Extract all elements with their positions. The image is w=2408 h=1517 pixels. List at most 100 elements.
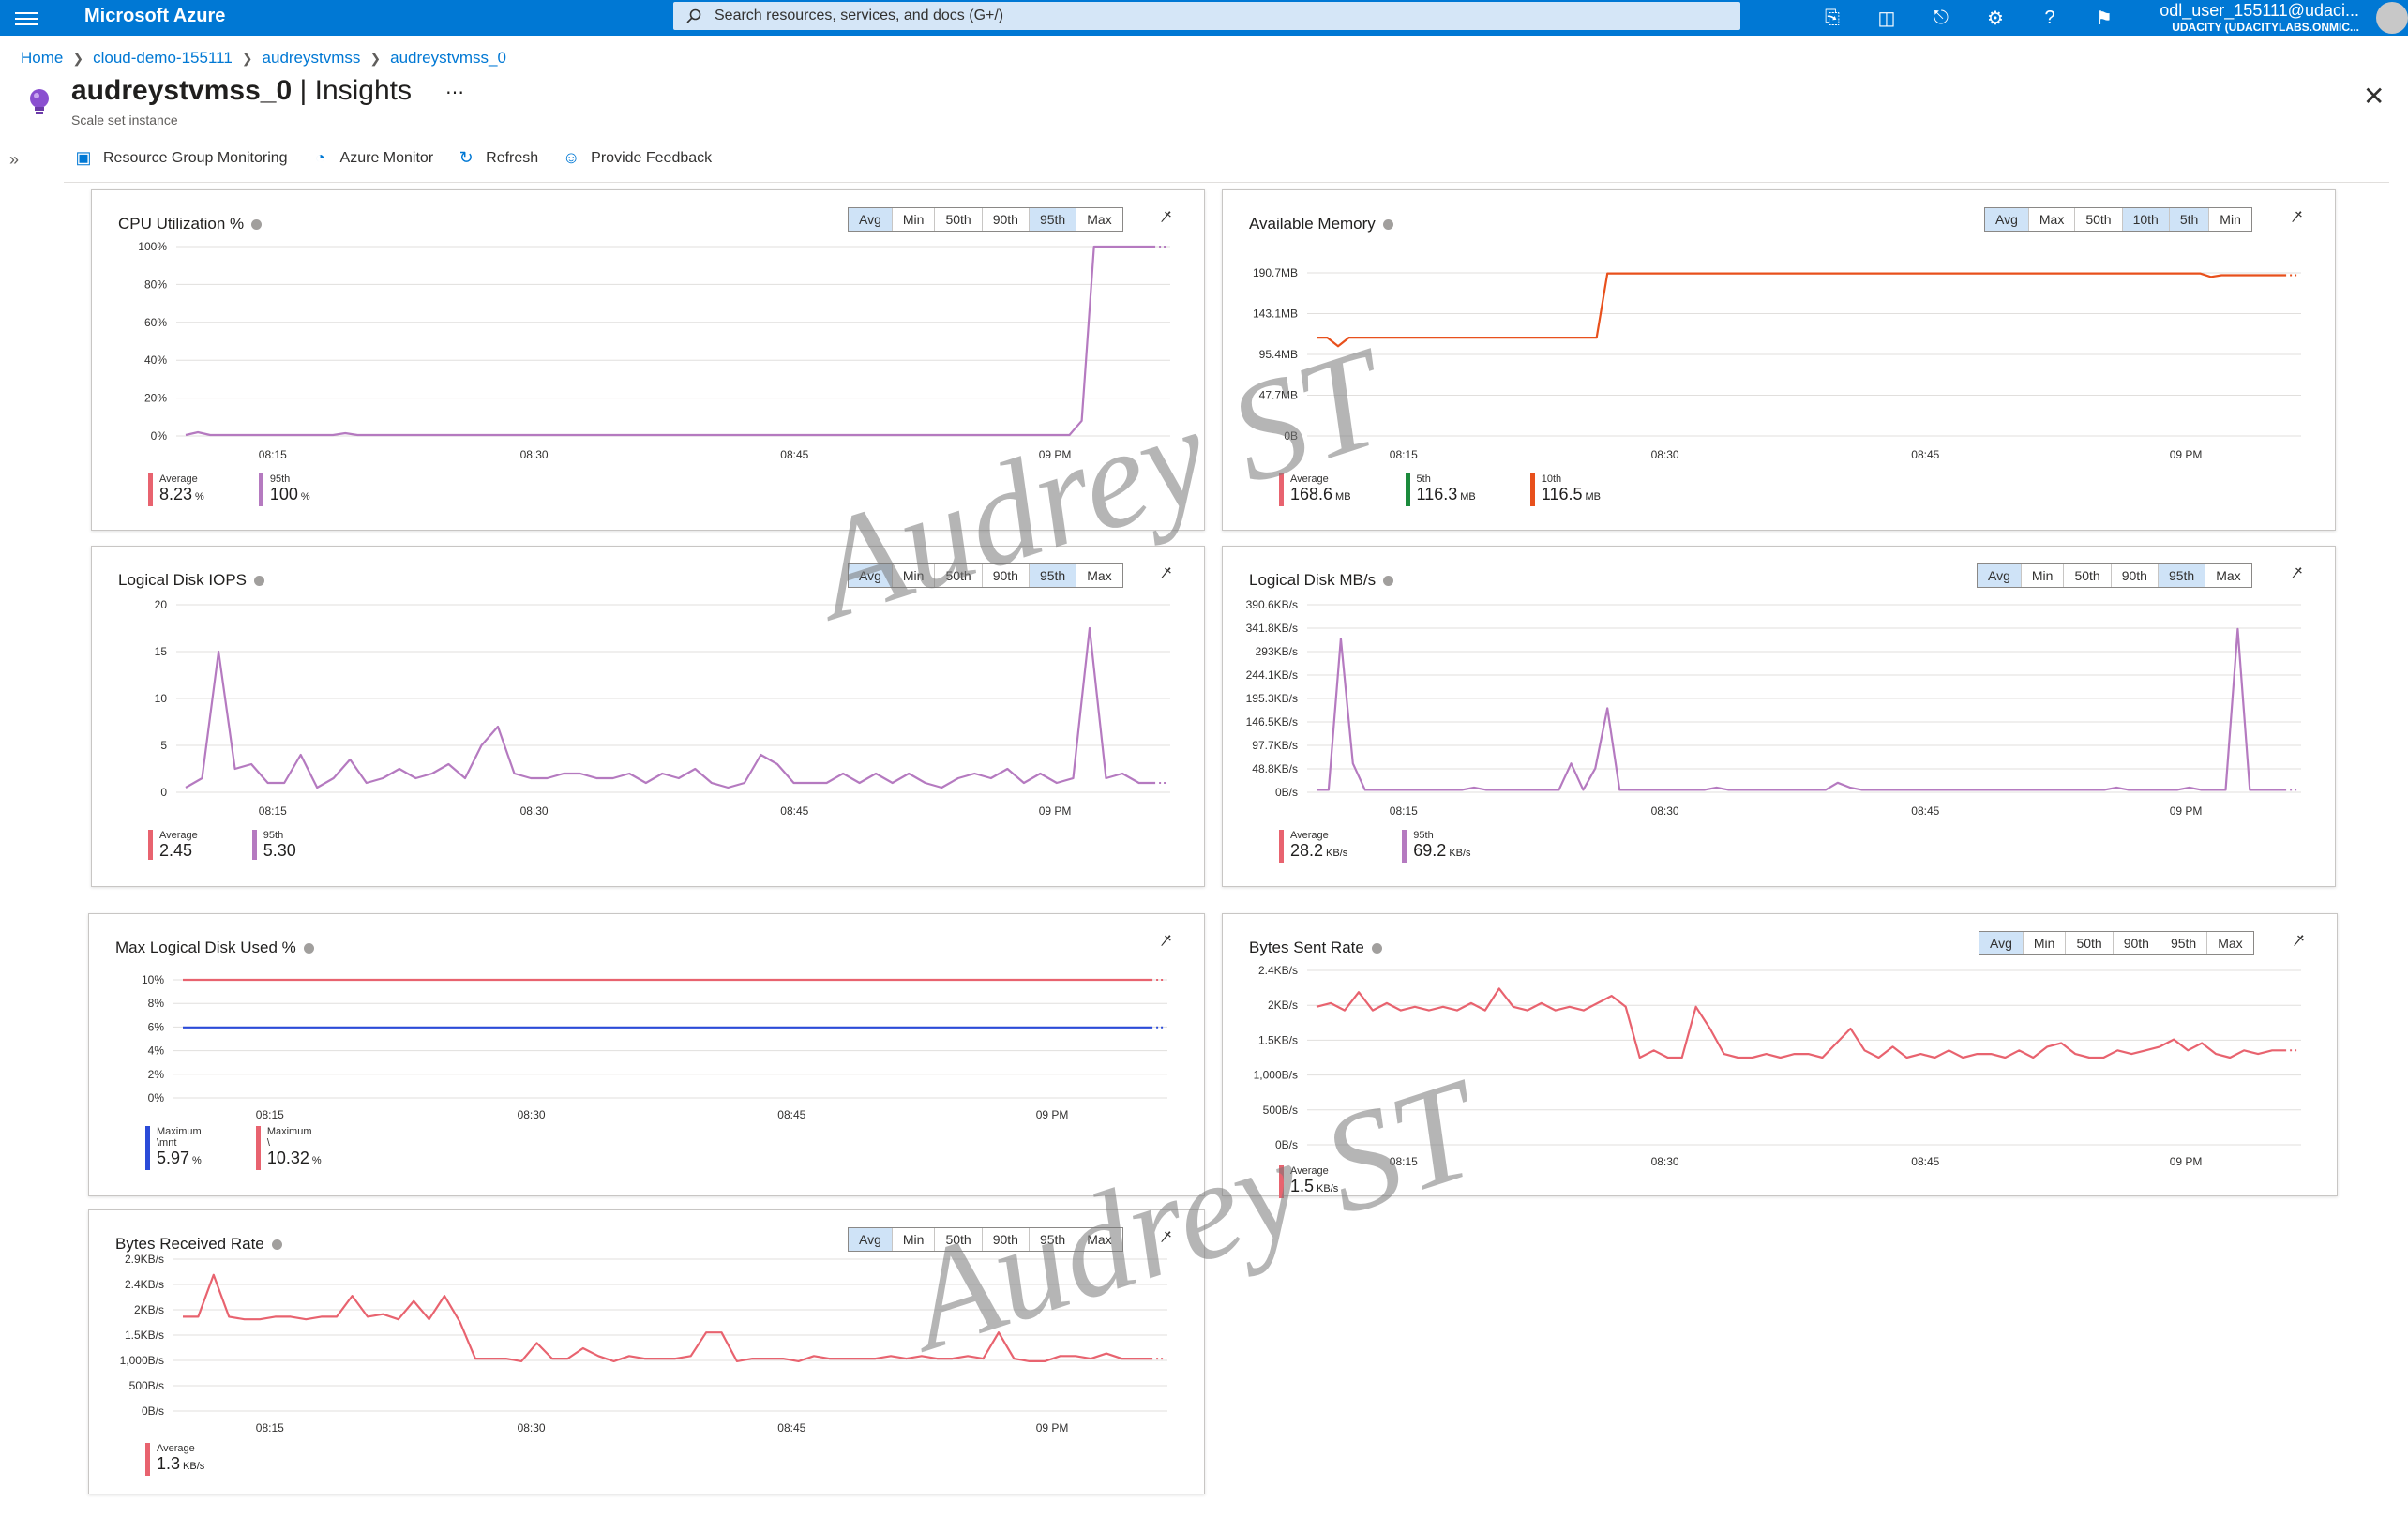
y-tick-label: 146.5KB/s xyxy=(1246,715,1298,728)
legend-value-number: 1.5 xyxy=(1290,1177,1315,1195)
legend-item[interactable]: 95th 5.30 xyxy=(251,830,296,860)
command-label: Refresh xyxy=(486,149,539,166)
max-disk-used-panel[interactable]: Max Logical Disk Used % † 10% 8% 6% 4% 2% 0% 08:… xyxy=(88,913,1205,1196)
feedback-icon[interactable]: ⚑ xyxy=(2091,6,2117,30)
legend-value: 5.30 xyxy=(263,841,296,860)
legend-item[interactable]: Average 2.45 xyxy=(148,830,198,860)
y-tick-label: 40% xyxy=(144,353,167,367)
x-tick-label: 08:45 xyxy=(780,448,808,461)
y-tick-label: 2KB/s xyxy=(1268,999,1298,1012)
breadcrumb-vmss[interactable]: audreystvmss xyxy=(263,49,361,68)
help-question-icon[interactable]: ? xyxy=(2037,6,2063,30)
legend-item[interactable]: Average 28.2 KB/s xyxy=(1279,830,1347,863)
refresh-button[interactable]: ↻ Refresh xyxy=(456,148,539,168)
legend-value: 100% xyxy=(270,485,310,506)
notifications-bell-icon[interactable]: ⎋ xyxy=(1928,6,1954,30)
legend-item[interactable]: Average 168.6 MB xyxy=(1279,473,1351,506)
legend-value-number: 116.3 xyxy=(1416,485,1458,503)
legend-value: 5.97% xyxy=(157,1149,202,1170)
series-line xyxy=(183,1273,1153,1362)
avatar[interactable] xyxy=(2376,2,2408,34)
azure-monitor-button[interactable]: ◔ Azure Monitor xyxy=(310,148,434,168)
legend-value: 116.5 MB xyxy=(1542,485,1601,506)
directory-filter-icon[interactable]: ◫ xyxy=(1874,6,1900,30)
x-tick-label: 09 PM xyxy=(1036,1108,1069,1121)
y-tick-label: 1.5KB/s xyxy=(125,1329,164,1342)
legend-unit: MB xyxy=(1585,491,1601,503)
chart-legend: Average 1.5 KB/s xyxy=(1279,1165,1338,1198)
command-label: Azure Monitor xyxy=(339,149,434,166)
more-options-icon[interactable]: ⋯ xyxy=(445,83,464,103)
settings-gear-icon[interactable]: ⚙ xyxy=(1982,6,2009,30)
bytes-sent-rate-panel[interactable]: Bytes Sent Rate Avg Min 50th 90th 95th Max † 2.4… xyxy=(1222,913,2338,1198)
breadcrumb-instance[interactable]: audreystvmss_0 xyxy=(390,49,506,68)
legend-color-swatch xyxy=(148,830,153,860)
legend-label: Average xyxy=(1290,1165,1329,1177)
cpu-utilization-panel[interactable]: CPU Utilization % Avg Min 50th 90th 95th Max † 1… xyxy=(91,189,1205,531)
legend-value: 28.2 KB/s xyxy=(1290,841,1347,863)
y-tick-label: 293KB/s xyxy=(1256,645,1298,658)
legend-item[interactable]: Average 1.5 KB/s xyxy=(1279,1165,1338,1198)
y-tick-label: 500B/s xyxy=(1263,1104,1298,1117)
x-tick-label: 08:45 xyxy=(777,1108,805,1121)
x-tick-label: 09 PM xyxy=(2170,1155,2203,1168)
logical-disk-mbs-panel[interactable]: Logical Disk MB/s Avg Min 50th 90th 95th Max † 3… xyxy=(1222,546,2336,887)
breadcrumb-home[interactable]: Home xyxy=(21,49,63,68)
y-tick-label: 48.8KB/s xyxy=(1252,762,1298,775)
page-title-section: | Insights xyxy=(292,75,413,106)
legend-item[interactable]: 5th 116.3 MB xyxy=(1405,473,1476,506)
expand-sidebar-icon[interactable]: » xyxy=(9,150,19,170)
y-tick-label: 0B/s xyxy=(1275,1138,1298,1151)
resource-group-monitoring-button[interactable]: ▣ Resource Group Monitoring xyxy=(73,148,287,168)
legend-item[interactable]: Average 1.3 KB/s xyxy=(145,1443,204,1476)
legend-item[interactable]: 95th 69.2 KB/s xyxy=(1402,830,1471,863)
legend-color-swatch xyxy=(145,1443,150,1476)
y-tick-label: 10% xyxy=(142,973,164,986)
available-memory-panel[interactable]: Available Memory Avg Max 50th 10th 5th Min † 190… xyxy=(1222,189,2336,531)
close-icon[interactable]: ✕ xyxy=(2363,81,2385,112)
y-tick-label: 2.4KB/s xyxy=(125,1278,164,1291)
top-bar: Microsoft Azure Search resources, servic… xyxy=(0,0,2408,36)
bytes-received-rate-panel[interactable]: Bytes Received Rate Avg Min 50th 90th 95th Max… xyxy=(88,1209,1205,1494)
legend-value-number: 5.30 xyxy=(263,841,296,860)
legend-unit: KB/s xyxy=(1326,848,1348,859)
y-tick-label: 2.9KB/s xyxy=(125,1253,164,1266)
chart-legend: Average 2.45 95th 5.30 xyxy=(148,830,296,860)
y-tick-label: 20% xyxy=(144,392,167,405)
y-tick-label: 1.5KB/s xyxy=(1258,1033,1298,1046)
y-tick-label: 95.4MB xyxy=(1259,348,1298,361)
refresh-icon: ↻ xyxy=(459,148,474,167)
y-tick-label: 5 xyxy=(160,739,167,752)
y-tick-label: 100% xyxy=(138,240,167,253)
breadcrumb-resource-group[interactable]: cloud-demo-155111 xyxy=(93,49,233,68)
legend-item[interactable]: Average 8.23% xyxy=(148,473,204,506)
legend-value-number: 100 xyxy=(269,485,298,503)
legend-value-number: 69.2 xyxy=(1413,841,1447,860)
search-input[interactable]: Search resources, services, and docs (G+… xyxy=(673,2,1740,30)
legend-item[interactable]: 95th 100% xyxy=(258,473,310,506)
monitor-icon: ▣ xyxy=(75,148,92,167)
account-menu[interactable]: odl_user_155111@udaci... UDACITY (UDACIT… xyxy=(2155,1,2359,34)
divider xyxy=(64,182,2389,183)
y-tick-label: 8% xyxy=(148,997,165,1010)
y-tick-label: 0B/s xyxy=(1275,786,1298,799)
chart-legend: Maximum \mnt 5.97% Maximum \ 10.32% xyxy=(145,1126,322,1170)
chevron-right-icon: ❯ xyxy=(369,50,382,66)
x-tick-label: 08:15 xyxy=(1390,448,1418,461)
logical-disk-iops-panel[interactable]: Logical Disk IOPS Avg Min 50th 90th 95th Max † 2… xyxy=(91,546,1205,887)
legend-value-number: 168.6 xyxy=(1290,485,1333,503)
legend-label: Average xyxy=(1290,473,1329,485)
legend-label: Average xyxy=(1290,830,1329,841)
x-tick-label: 08:45 xyxy=(1911,804,1939,818)
hamburger-menu-icon[interactable] xyxy=(15,8,38,27)
brand-title[interactable]: Microsoft Azure xyxy=(84,6,225,27)
cloud-shell-icon[interactable]: ⎘ xyxy=(1819,6,1845,30)
legend-item[interactable]: 10th 116.5 MB xyxy=(1529,473,1601,506)
search-placeholder: Search resources, services, and docs (G+… xyxy=(715,8,1004,23)
legend-label: Average xyxy=(159,473,198,485)
legend-item[interactable]: Maximum \ 10.32% xyxy=(255,1126,322,1170)
provide-feedback-button[interactable]: ☺ Provide Feedback xyxy=(561,148,712,168)
legend-unit: % xyxy=(300,491,310,503)
chart-legend: Average 168.6 MB 5th 116.3 MB 10th 116.5 MB xyxy=(1279,473,1601,506)
legend-item[interactable]: Maximum \mnt 5.97% xyxy=(145,1126,202,1170)
